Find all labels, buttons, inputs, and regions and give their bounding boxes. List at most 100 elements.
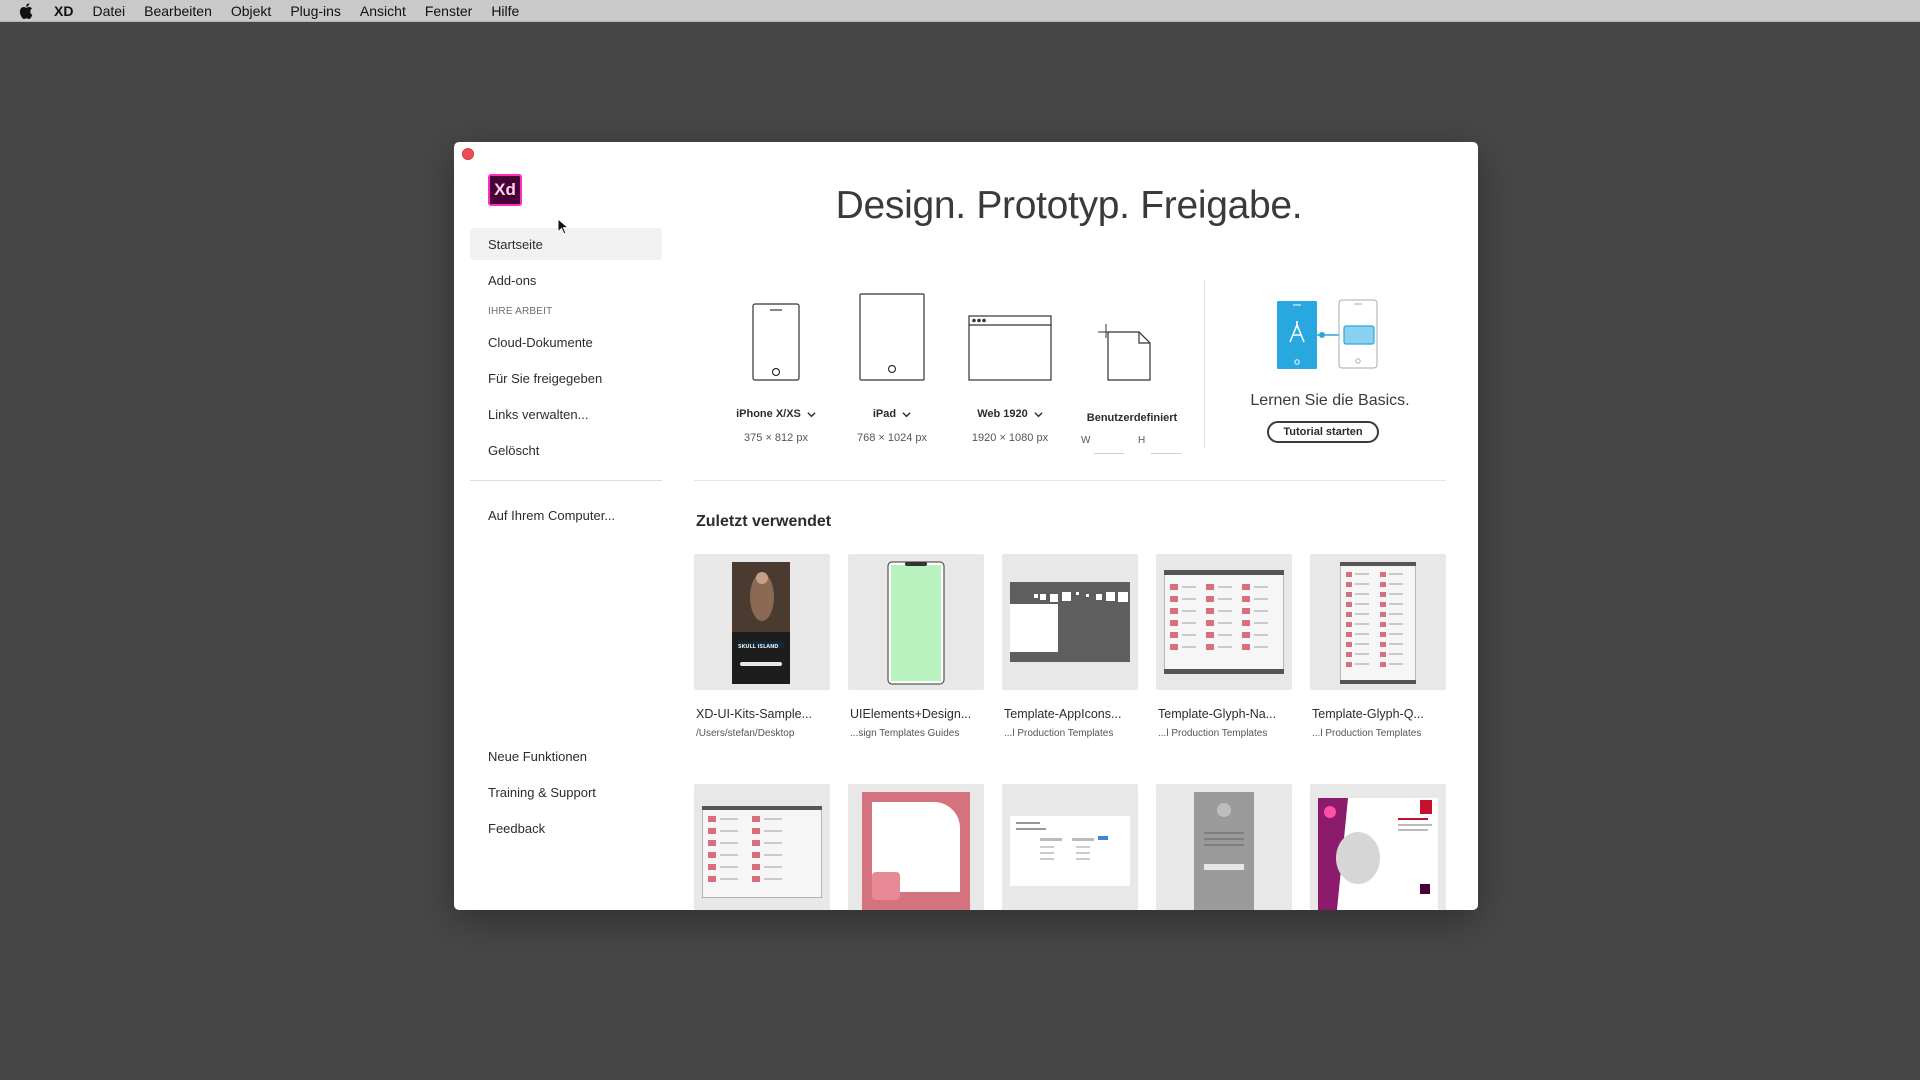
file-thumbnail[interactable] (694, 784, 830, 910)
file-thumbnail[interactable] (848, 554, 984, 690)
recent-file-card[interactable]: UIElements+Design... ...sign Templates G… (848, 554, 984, 739)
xd-logo: Xd (488, 174, 522, 206)
sidebar-item-manage-links[interactable]: Links verwalten... (470, 398, 662, 430)
chevron-down-icon[interactable] (902, 410, 911, 419)
sidebar-item-shared-with-you[interactable]: Für Sie freigegeben (470, 362, 662, 394)
recent-file-card[interactable] (848, 784, 984, 910)
recent-file-card[interactable] (1002, 784, 1138, 910)
menu-plugins[interactable]: Plug-ins (290, 3, 341, 19)
file-thumbnail[interactable]: SKULL ISLAND (694, 554, 830, 690)
sidebar-item-label: Cloud-Dokumente (488, 334, 593, 350)
tutorial-illustration[interactable] (1269, 299, 1381, 371)
preset-custom-name: Benutzerdefiniert (1086, 412, 1178, 424)
recent-file-card[interactable]: Template-AppIcons... ...l Production Tem… (1002, 554, 1138, 739)
section-divider (694, 480, 1446, 481)
chevron-down-icon[interactable] (1034, 410, 1043, 419)
menu-hilfe[interactable]: Hilfe (491, 3, 519, 19)
file-path: /Users/stefan/Desktop (696, 728, 795, 739)
file-thumbnail[interactable] (1310, 784, 1446, 910)
sidebar-item-label: Gelöscht (488, 442, 540, 458)
preset-web-name: Web 1920 (977, 408, 1028, 420)
sidebar-item-whats-new[interactable]: Neue Funktionen (470, 740, 662, 772)
file-path: ...l Production Templates (1158, 728, 1268, 739)
file-path: ...sign Templates Guides (850, 728, 960, 739)
file-name: Template-AppIcons... (1004, 707, 1122, 721)
file-name: Template-Glyph-Na... (1158, 707, 1277, 721)
menu-ansicht[interactable]: Ansicht (360, 3, 406, 19)
chevron-down-icon[interactable] (807, 410, 816, 419)
sidebar-item-label: Neue Funktionen (488, 748, 588, 764)
preset-custom-labels: Benutzerdefiniert (1076, 412, 1188, 424)
height-input[interactable] (1151, 453, 1181, 454)
height-label: H (1138, 435, 1146, 446)
phone-mockup-image (887, 561, 945, 685)
menu-bearbeiten[interactable]: Bearbeiten (144, 3, 212, 19)
dark-phone-artboard-image (1194, 792, 1254, 910)
tablet-icon[interactable] (859, 293, 925, 381)
menu-fenster[interactable]: Fenster (425, 3, 472, 19)
sidebar-item-label: Feedback (488, 820, 546, 836)
learn-basics-text: Lernen Sie die Basics. (1250, 392, 1410, 409)
sidebar-item-label: Training & Support (488, 784, 596, 800)
sidebar-divider (470, 480, 662, 481)
recent-file-card[interactable]: Template-Glyph-Na... ...l Production Tem… (1156, 554, 1292, 739)
sidebar-item-addons[interactable]: Add-ons (470, 264, 662, 296)
file-thumbnail[interactable] (1310, 554, 1446, 690)
sidebar-item-training-support[interactable]: Training & Support (470, 776, 662, 808)
sidebar-item-label: Startseite (488, 236, 543, 252)
preset-iphone-size: 375 × 812 px (744, 432, 808, 444)
phone-icon[interactable] (752, 303, 800, 383)
file-path: ...l Production Templates (1004, 728, 1114, 739)
file-thumbnail[interactable] (1002, 784, 1138, 910)
glyph-artboard-image (702, 806, 822, 898)
recent-title: Zuletzt verwendet (696, 513, 832, 530)
preset-ipad-name-row[interactable]: iPad (832, 408, 952, 420)
sidebar-item-cloud-documents[interactable]: Cloud-Dokumente (470, 326, 662, 358)
rounded-shape-artboard-image (862, 792, 970, 910)
menu-app-name[interactable]: XD (54, 3, 73, 19)
preset-ipad-labels: iPad 768 × 1024 px (832, 408, 952, 444)
home-dialog: Xd Startseite Add-ons IHRE ARBEIT Cloud-… (454, 142, 1478, 910)
width-input[interactable] (1094, 453, 1124, 454)
preset-iphone-name-row[interactable]: iPhone X/XS (716, 408, 836, 420)
recent-file-card[interactable]: SKULL ISLAND XD-UI-Kits-Sample... /Users… (694, 554, 830, 739)
presets-divider (1204, 280, 1205, 448)
glyph-navigation-artboard-image (1164, 570, 1284, 674)
tutorial-start-button[interactable]: Tutorial starten (1267, 421, 1379, 443)
preset-iphone-labels: iPhone X/XS 375 × 812 px (716, 408, 836, 444)
preset-web-labels: Web 1920 1920 × 1080 px (948, 408, 1072, 444)
menu-bar: XD Datei Bearbeiten Objekt Plug-ins Ansi… (0, 0, 1920, 22)
sidebar-item-deleted[interactable]: Gelöscht (470, 434, 662, 466)
file-thumbnail[interactable] (1156, 554, 1292, 690)
file-name: Template-Glyph-Q... (1312, 707, 1424, 721)
file-path: ...l Production Templates (1312, 728, 1422, 739)
sidebar-item-on-your-computer[interactable]: Auf Ihrem Computer... (470, 499, 662, 531)
file-name: UIElements+Design... (850, 707, 972, 721)
poster-title: SKULL ISLAND (738, 644, 778, 650)
browser-icon[interactable] (968, 315, 1052, 381)
close-button[interactable] (462, 148, 474, 160)
preset-ipad-name: iPad (872, 408, 897, 420)
sidebar-item-feedback[interactable]: Feedback (470, 812, 662, 844)
width-label: W (1081, 435, 1091, 446)
file-thumbnail[interactable] (848, 784, 984, 910)
sidebar-item-label: Add-ons (488, 272, 537, 288)
menu-objekt[interactable]: Objekt (231, 3, 271, 19)
recent-file-card[interactable]: Template-Glyph-Q... ...l Production Temp… (1310, 554, 1446, 739)
file-thumbnail[interactable] (1156, 784, 1292, 910)
recent-file-card[interactable] (694, 784, 830, 910)
preset-web-name-row[interactable]: Web 1920 (948, 408, 1072, 420)
file-thumbnail[interactable] (1002, 554, 1138, 690)
glyph-quick-actions-artboard-image (1340, 562, 1416, 684)
page-title: Design. Prototyp. Freigabe. (835, 184, 1303, 227)
custom-size-icon[interactable] (1098, 320, 1158, 384)
preset-ipad-size: 768 × 1024 px (856, 432, 928, 444)
menu-datei[interactable]: Datei (92, 3, 125, 19)
xd-logo-text: Xd (494, 180, 516, 199)
recent-file-card[interactable] (1310, 784, 1446, 910)
apple-icon[interactable] (19, 2, 36, 19)
recent-file-card[interactable] (1156, 784, 1292, 910)
sidebar-item-label: Links verwalten... (488, 406, 589, 422)
poster-artboard-image (1318, 798, 1438, 910)
preset-iphone-name: iPhone X/XS (736, 408, 801, 420)
